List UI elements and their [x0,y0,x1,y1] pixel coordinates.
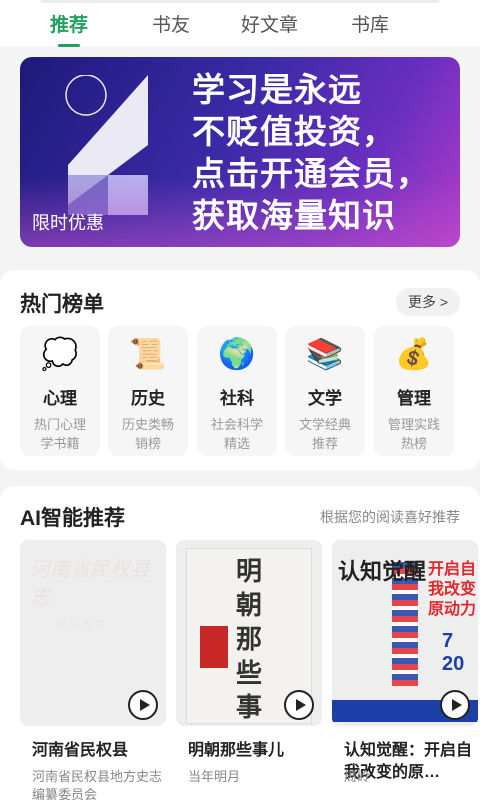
play-audio-icon[interactable] [284,690,314,720]
book-cover[interactable]: 明朝那些事儿 [176,540,322,726]
cover-numbers: 7 20 [442,630,465,675]
banner-badge: 限时优惠 [32,213,104,233]
book-title: 河南省民权县 [32,742,129,759]
category-name: 社科 [220,389,254,408]
book-card[interactable]: 认知觉醒 开启自我改变原动力 7 20 认知觉醒：开启自我改变的原… 周岭 [332,540,478,800]
category-literature[interactable]: 📚 文学 文学经典推荐 [285,326,365,456]
tab-good-articles[interactable]: 好文章 [238,12,301,40]
book-card[interactable]: 明朝那些事儿 明朝那些事儿 当年明月 [176,540,322,800]
cover-publisher: 博库图书 [56,620,108,631]
play-audio-icon[interactable] [440,690,470,720]
category-name: 心理 [43,389,77,408]
cover-seal [200,626,228,668]
cover-title: 明朝那些事儿 [236,556,263,722]
category-social-science[interactable]: 🌍 社科 社会科学精选 [197,326,277,456]
category-name: 管理 [397,389,431,408]
category-desc: 历史类畅销榜 [121,417,174,451]
category-desc: 文学经典推荐 [298,417,351,451]
play-audio-icon[interactable] [128,690,158,720]
book-title: 明朝那些事儿 [188,742,285,759]
top-tab-bar: 推荐 书友 好文章 书库 [0,0,480,47]
book-author: 周岭 [344,769,371,784]
promo-banner[interactable]: 学习是永远 不贬值投资， 点击开通会员， 获取海量知识 限时优惠 [20,57,460,247]
category-psychology[interactable]: 💭 心理 热门心理学书籍 [20,326,100,456]
globe-icon: 🌍 [218,338,256,371]
banner-headline: 学习是永远 不贬值投资， 点击开通会员， 获取海量知识 [192,71,430,234]
books-icon: 📚 [306,338,344,371]
ai-recommend-title: AI智能推荐 [20,507,125,530]
tab-book-friends[interactable]: 书友 [150,12,192,40]
category-name: 文学 [308,389,342,408]
category-desc: 管理实践热榜 [387,417,440,451]
hot-list-card: 热门榜单 更多 > 💭 心理 热门心理学书籍 📜 历史 历史类畅销榜 🌍 社科 … [0,270,480,470]
search-bar-edge [40,0,440,3]
scroll-icon: 📜 [129,338,167,371]
ai-recommend-subtitle: 根据您的阅读喜好推荐 [320,509,460,525]
category-management[interactable]: 💰 管理 管理实践热榜 [374,326,454,456]
more-button[interactable]: 更多 > [396,288,460,316]
book-cover[interactable]: 认知觉醒 开启自我改变原动力 7 20 [332,540,478,726]
book-card[interactable]: 河南省民权县志 博库图书 河南省民权县 河南省民权县地方史志编纂委员会 [20,540,166,800]
category-desc: 社会科学精选 [210,417,263,451]
category-history[interactable]: 📜 历史 历史类畅销榜 [108,326,188,456]
category-name: 历史 [131,389,165,408]
cover-title: 河南省民权县志 [30,559,150,609]
cover-tagline: 开启自我改变原动力 [427,561,476,618]
tab-recommend[interactable]: 推荐 [48,12,90,47]
book-author: 河南省民权县地方史志编纂委员会 [32,769,163,800]
book-author: 当年明月 [188,769,241,784]
thought-bubble-icon: 💭 [41,338,79,371]
book-cover[interactable]: 河南省民权县志 博库图书 [20,540,166,726]
tab-library[interactable]: 书库 [349,12,391,40]
money-bag-icon: 💰 [395,338,433,371]
category-desc: 热门心理学书籍 [33,417,86,451]
hot-list-title: 热门榜单 [20,293,104,316]
cover-title: 认知觉醒 [338,559,427,584]
ai-recommend-card: AI智能推荐 根据您的阅读喜好推荐 河南省民权县志 博库图书 河南省民权县 河南… [0,486,480,800]
